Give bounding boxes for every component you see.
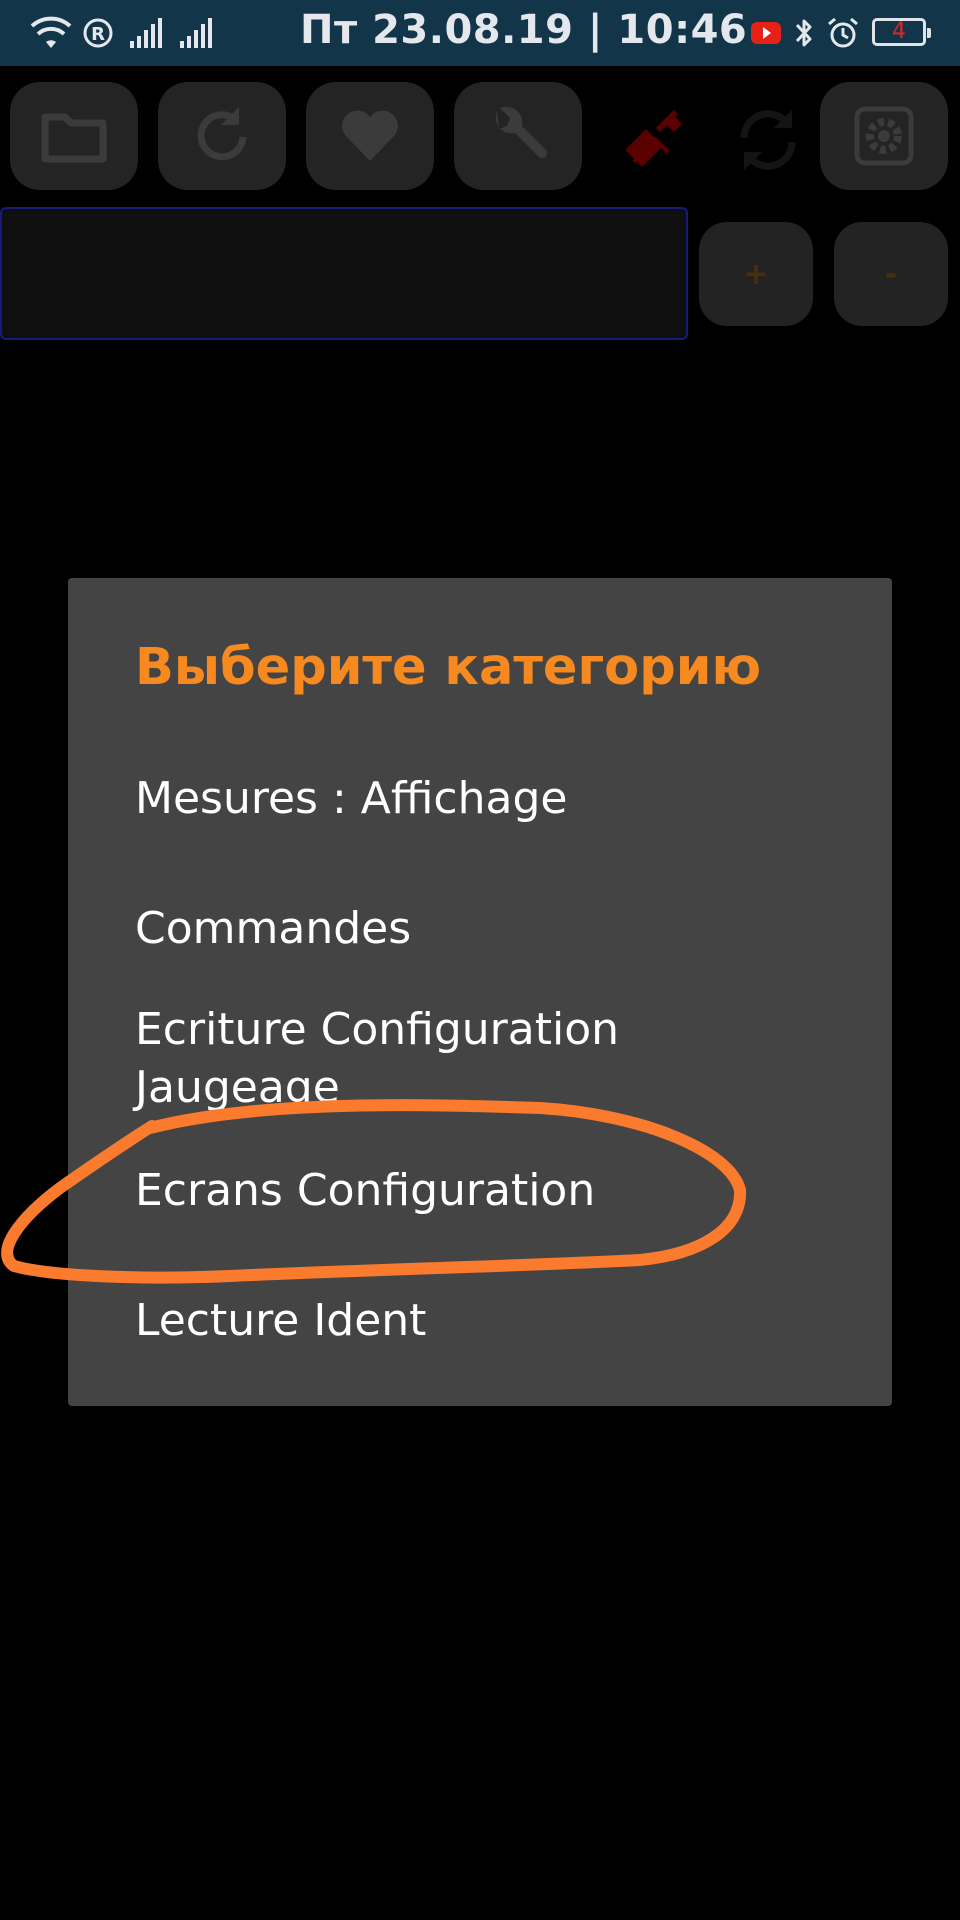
category-item-label: Commandes (135, 903, 412, 954)
heart-icon (342, 110, 398, 161)
alarm-icon (828, 17, 858, 48)
category-item-label: Lecture Ident (135, 1295, 427, 1346)
category-item-label-line1: Ecriture Configuration (135, 1004, 620, 1055)
refresh-icon (197, 107, 247, 161)
favorites-button[interactable] (306, 82, 434, 190)
registered-icon: R (83, 18, 113, 48)
increment-button[interactable]: + (699, 222, 813, 326)
settings-icon (854, 106, 914, 166)
category-item-ecriture-configuration-jaugeage[interactable]: Ecriture Configuration Jaugeage (135, 1001, 619, 1117)
value-field[interactable] (0, 207, 688, 340)
youtube-icon (751, 22, 781, 44)
tools-button[interactable] (454, 82, 582, 190)
category-item-commandes[interactable]: Commandes (135, 900, 411, 958)
battery-icon: 4 (872, 18, 931, 46)
category-item-label: Mesures : Affichage (135, 773, 568, 824)
category-item-lecture-ident[interactable]: Lecture Ident (135, 1292, 426, 1350)
wifi-icon (30, 16, 72, 48)
svg-text:R: R (91, 24, 105, 45)
decrement-button[interactable]: - (834, 222, 948, 326)
category-item-ecrans-configuration[interactable]: Ecrans Configuration (135, 1162, 595, 1220)
screen: R Пт 23.08.19 | 10:46 4 + - Выберите кат… (0, 0, 960, 1920)
category-item-label: Ecrans Configuration (135, 1165, 596, 1216)
folder-button[interactable] (10, 82, 138, 190)
bluetooth-icon (795, 19, 812, 47)
category-dialog: Выберите категорию Mesures : Affichage C… (68, 578, 892, 1406)
signal-icon (180, 18, 212, 48)
sync-icon[interactable] (728, 100, 808, 180)
settings-button[interactable] (820, 82, 948, 190)
signal-icon (130, 18, 162, 48)
status-clock: Пт 23.08.19 | 10:46 (300, 7, 748, 53)
category-item-mesures-affichage[interactable]: Mesures : Affichage (135, 770, 567, 828)
refresh-button[interactable] (158, 82, 286, 190)
disconnected-plug-icon[interactable] (616, 100, 696, 180)
category-item-label-line2: Jaugeage (135, 1062, 340, 1113)
folder-icon (41, 113, 107, 163)
wrench-icon (495, 106, 547, 158)
dialog-title: Выберите категорию (135, 638, 762, 697)
status-bar: R Пт 23.08.19 | 10:46 4 (0, 0, 960, 66)
